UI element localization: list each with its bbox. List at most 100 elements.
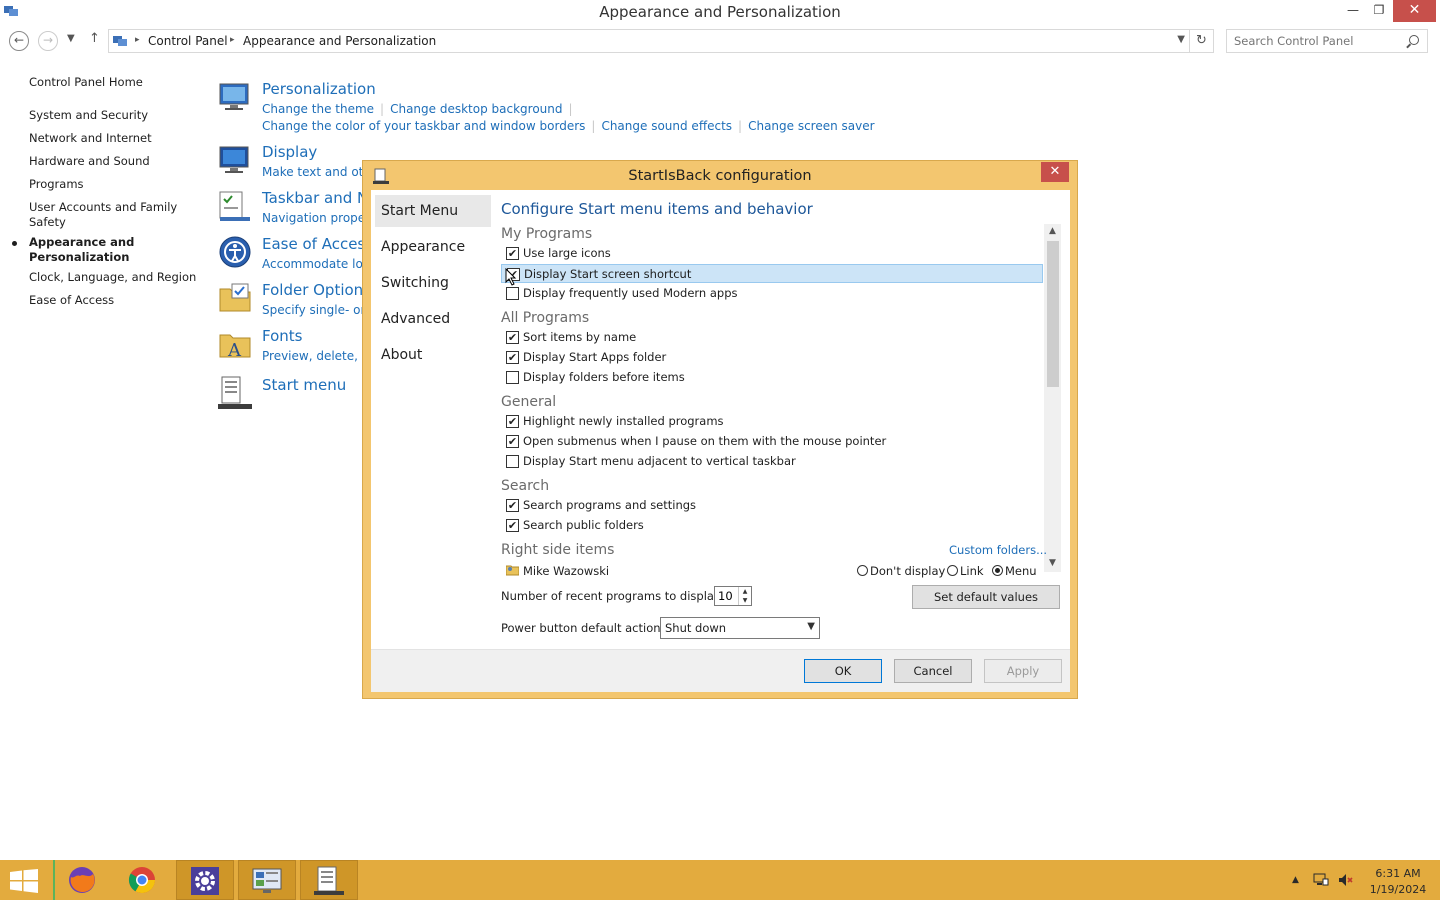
- forward-button[interactable]: →: [38, 31, 58, 51]
- tab-appearance[interactable]: Appearance: [375, 231, 491, 263]
- taskbar-firefox[interactable]: [53, 860, 111, 900]
- option-adjacent-taskbar[interactable]: Display Start menu adjacent to vertical …: [501, 452, 1043, 471]
- adjacent-taskbar-checkbox[interactable]: [506, 455, 519, 468]
- start-apps-checkbox[interactable]: ✔: [506, 351, 519, 364]
- set-default-values-button[interactable]: Set default values: [912, 585, 1060, 609]
- back-button[interactable]: ←: [9, 31, 29, 51]
- change-color-link[interactable]: Change the color of your taskbar and win…: [262, 119, 585, 133]
- network-icon[interactable]: [1313, 872, 1329, 888]
- start-menu-title[interactable]: Start menu: [262, 376, 346, 394]
- taskbar-clock[interactable]: 6:31 AM 1/19/2024: [1360, 866, 1436, 898]
- folder-options-icon: [219, 283, 251, 312]
- scroll-up-icon[interactable]: ▲: [1044, 226, 1061, 236]
- search-input[interactable]: [1234, 31, 1404, 51]
- radio-circle[interactable]: [992, 565, 1003, 576]
- use-large-icons-checkbox[interactable]: ✔: [506, 247, 519, 260]
- custom-folders-link[interactable]: Custom folders...: [949, 543, 1047, 557]
- radio-menu[interactable]: Menu: [992, 564, 1037, 578]
- taskbar-chrome[interactable]: [114, 860, 172, 900]
- radio-dont-display[interactable]: Don't display: [857, 564, 945, 578]
- option-search-public[interactable]: ✔ Search public folders: [501, 516, 1043, 535]
- sidebar-item-system-security[interactable]: System and Security: [29, 108, 204, 123]
- option-display-start-apps[interactable]: ✔ Display Start Apps folder: [501, 348, 1043, 367]
- refresh-button[interactable]: ↻: [1190, 29, 1214, 53]
- option-display-modern-apps[interactable]: Display frequently used Modern apps: [501, 284, 1043, 303]
- title-bar: Appearance and Personalization — ❐ ✕: [0, 0, 1440, 24]
- sidebar-item-programs[interactable]: Programs: [29, 177, 204, 192]
- highlight-new-checkbox[interactable]: ✔: [506, 415, 519, 428]
- modern-apps-checkbox[interactable]: [506, 287, 519, 300]
- sort-by-name-checkbox[interactable]: ✔: [506, 331, 519, 344]
- address-bar[interactable]: ▸ Control Panel ▸ Appearance and Persona…: [108, 29, 1190, 53]
- radio-circle[interactable]: [857, 565, 868, 576]
- change-sound-link[interactable]: Change sound effects: [601, 119, 732, 133]
- folder-options-link[interactable]: Specify single- or d: [262, 303, 377, 317]
- options-scrollbar[interactable]: ▲ ▼: [1044, 224, 1061, 572]
- windows-start-icon[interactable]: [10, 869, 38, 893]
- tab-advanced[interactable]: Advanced: [375, 303, 491, 335]
- open-submenus-checkbox[interactable]: ✔: [506, 435, 519, 448]
- option-search-programs[interactable]: ✔ Search programs and settings: [501, 496, 1043, 515]
- options-list[interactable]: My Programs ✔ Use large icons ✔ Display …: [501, 224, 1061, 572]
- folders-before-items-checkbox[interactable]: [506, 371, 519, 384]
- sidebar-item-network[interactable]: Network and Internet: [29, 131, 204, 146]
- tray-overflow-icon[interactable]: ▲: [1292, 875, 1299, 885]
- recent-programs-stepper[interactable]: ▲▼: [714, 586, 752, 606]
- sidebar-item-clock-region[interactable]: Clock, Language, and Region: [29, 270, 204, 285]
- option-open-submenus[interactable]: ✔ Open submenus when I pause on them wit…: [501, 432, 1043, 451]
- recent-programs-input[interactable]: [715, 587, 737, 605]
- tab-about[interactable]: About: [375, 339, 491, 371]
- up-button[interactable]: ↑: [89, 31, 100, 46]
- restore-button[interactable]: ❐: [1362, 0, 1396, 22]
- radio-circle[interactable]: [947, 565, 958, 576]
- display-title[interactable]: Display: [262, 143, 317, 161]
- recent-locations-button[interactable]: ▼: [67, 33, 75, 44]
- display-link[interactable]: Make text and othe: [262, 165, 378, 179]
- change-theme-link[interactable]: Change the theme: [262, 102, 374, 116]
- search-public-checkbox[interactable]: ✔: [506, 519, 519, 532]
- ok-button[interactable]: OK: [804, 659, 882, 683]
- scrollbar-thumb[interactable]: [1047, 241, 1059, 387]
- volume-muted-icon[interactable]: [1338, 872, 1354, 888]
- sidebar-item-user-accounts[interactable]: User Accounts and Family Safety: [29, 200, 179, 230]
- sidebar-item-hardware[interactable]: Hardware and Sound: [29, 154, 204, 169]
- refresh-icon: ↻: [1196, 33, 1207, 48]
- ease-of-access-title[interactable]: Ease of Access: [262, 235, 373, 253]
- option-use-large-icons[interactable]: ✔ Use large icons: [501, 244, 1043, 263]
- sidebar-item-ease-of-access[interactable]: Ease of Access: [29, 293, 204, 308]
- search-icon[interactable]: [1409, 35, 1419, 45]
- cancel-button[interactable]: Cancel: [894, 659, 972, 683]
- folder-options-title[interactable]: Folder Options: [262, 281, 371, 299]
- taskbar-control-panel[interactable]: [238, 860, 296, 900]
- fonts-title[interactable]: Fonts: [262, 327, 302, 345]
- stepper-arrows-icon[interactable]: ▲ ▼: [738, 587, 751, 605]
- taskbar-link[interactable]: Navigation propert: [262, 211, 375, 225]
- fonts-link[interactable]: Preview, delete, or: [262, 349, 374, 363]
- power-action-select[interactable]: Shut down ▼: [660, 617, 820, 639]
- search-box[interactable]: [1226, 29, 1428, 53]
- search-programs-checkbox[interactable]: ✔: [506, 499, 519, 512]
- breadcrumb-appearance[interactable]: Appearance and Personalization: [243, 34, 436, 48]
- breadcrumb-control-panel[interactable]: Control Panel: [148, 34, 228, 48]
- change-screensaver-link[interactable]: Change screen saver: [748, 119, 875, 133]
- personalization-title[interactable]: Personalization: [262, 80, 376, 98]
- close-button[interactable]: ✕: [1393, 0, 1436, 22]
- radio-link[interactable]: Link: [947, 564, 984, 578]
- option-sort-by-name[interactable]: ✔ Sort items by name: [501, 328, 1043, 347]
- tab-switching[interactable]: Switching: [375, 267, 491, 299]
- change-background-link[interactable]: Change desktop background: [390, 102, 562, 116]
- taskbar-settings[interactable]: [176, 860, 234, 900]
- tab-start-menu[interactable]: Start Menu: [375, 195, 491, 227]
- dialog-close-button[interactable]: ✕: [1041, 162, 1069, 182]
- control-panel-home-link[interactable]: Control Panel Home: [29, 75, 204, 90]
- option-display-start-screen-shortcut[interactable]: ✔ Display Start screen shortcut: [501, 264, 1043, 283]
- taskbar-startisback[interactable]: [300, 860, 358, 900]
- apply-button: Apply: [984, 659, 1062, 683]
- ease-of-access-link[interactable]: Accommodate low: [262, 257, 373, 271]
- chevron-down-icon[interactable]: ▼: [1177, 34, 1185, 45]
- scroll-down-icon[interactable]: ▼: [1044, 558, 1061, 568]
- option-folders-before-items[interactable]: Display folders before items: [501, 368, 1043, 387]
- option-highlight-new[interactable]: ✔ Highlight newly installed programs: [501, 412, 1043, 431]
- taskbar-title[interactable]: Taskbar and N: [262, 189, 368, 207]
- panel-heading: Configure Start menu items and behavior: [501, 200, 813, 218]
